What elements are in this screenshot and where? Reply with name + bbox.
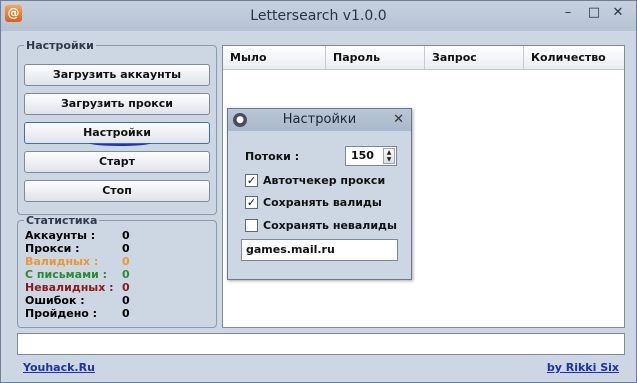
threads-stepper[interactable]: 150 ▲ ▼ bbox=[345, 146, 397, 166]
stat-with-letters: С письмами : 0 bbox=[25, 268, 130, 281]
threads-value: 150 bbox=[351, 149, 374, 162]
column-header-count[interactable]: Количество bbox=[524, 46, 624, 69]
pen-underline-mark bbox=[89, 140, 151, 146]
checkbox-checked-icon[interactable]: ✓ bbox=[245, 174, 258, 187]
stat-label: С письмами : bbox=[25, 268, 108, 281]
main-window: @ Lettersearch v1.0.0 – □ ✕ Настройки За… bbox=[0, 0, 637, 383]
stat-valid: Валидных : 0 bbox=[25, 255, 130, 268]
load-proxies-button[interactable]: Загрузить прокси bbox=[24, 93, 210, 115]
window-title: Lettersearch v1.0.0 bbox=[250, 8, 387, 24]
table-header: Мыло Пароль Запрос Количество bbox=[223, 46, 624, 70]
maximize-icon[interactable]: □ bbox=[582, 3, 606, 23]
dialog-title-bar[interactable]: ● Настройки ✕ bbox=[228, 109, 411, 131]
stat-label: Аккаунты : bbox=[25, 229, 96, 242]
stats-group: Статистика Аккаунты : 0 Прокси : 0 Валидны… bbox=[17, 214, 217, 328]
column-header-password[interactable]: Пароль bbox=[326, 46, 425, 69]
stat-value: 0 bbox=[122, 242, 130, 255]
dialog-close-icon[interactable]: ✕ bbox=[393, 112, 404, 127]
stat-value: 0 bbox=[122, 294, 130, 307]
youhack-link[interactable]: Youhack.Ru bbox=[23, 361, 95, 374]
close-icon[interactable]: ✕ bbox=[606, 3, 630, 23]
stat-accounts: Аккаунты : 0 bbox=[25, 229, 130, 242]
stat-proxies: Прокси : 0 bbox=[25, 242, 130, 255]
checkbox-label: Сохранять валиды bbox=[263, 196, 382, 209]
author-link[interactable]: by Rikki Six bbox=[547, 361, 619, 374]
checkbox-label: Автотчекер прокси bbox=[263, 174, 386, 187]
log-field[interactable] bbox=[17, 333, 625, 355]
stat-value: 0 bbox=[122, 307, 130, 320]
settings-group-legend: Настройки bbox=[26, 39, 94, 52]
load-accounts-button[interactable]: Загрузить аккаунты bbox=[24, 64, 210, 86]
checkbox-unchecked-icon[interactable] bbox=[245, 219, 258, 232]
title-bar[interactable]: @ Lettersearch v1.0.0 – □ ✕ bbox=[1, 1, 636, 31]
stat-label: Невалидных : bbox=[25, 281, 114, 294]
dialog-title: Настройки bbox=[282, 112, 357, 127]
stat-label: Пройдено : bbox=[25, 307, 98, 320]
stat-value: 0 bbox=[122, 268, 130, 281]
stat-errors: Ошибок : 0 bbox=[25, 294, 130, 307]
settings-button[interactable]: Настройки bbox=[24, 122, 210, 146]
stat-label: Валидных : bbox=[25, 255, 99, 268]
stop-button[interactable]: Стоп bbox=[24, 180, 210, 202]
start-button[interactable]: Старт bbox=[24, 151, 210, 173]
stat-label: Прокси : bbox=[25, 242, 80, 255]
settings-dialog: ● Настройки ✕ Потоки : 150 ▲ ▼ ✓ Автотчек… bbox=[227, 108, 412, 280]
stat-label: Ошибок : bbox=[25, 294, 85, 307]
stat-value: 0 bbox=[122, 281, 130, 294]
stat-value: 0 bbox=[122, 255, 130, 268]
stats-group-legend: Статистика bbox=[26, 214, 98, 227]
checkbox-checked-icon[interactable]: ✓ bbox=[245, 196, 258, 209]
domain-input[interactable]: games.mail.ru bbox=[241, 239, 398, 261]
stat-invalid: Невалидных : 0 bbox=[25, 281, 130, 294]
settings-button-label: Настройки bbox=[83, 126, 151, 139]
column-header-query[interactable]: Запрос bbox=[425, 46, 524, 69]
threads-label: Потоки : bbox=[245, 150, 300, 163]
column-header-email[interactable]: Мыло bbox=[223, 46, 326, 69]
stat-value: 0 bbox=[122, 229, 130, 242]
checkbox-label: Сохранять невалиды bbox=[263, 219, 397, 232]
minimize-icon[interactable]: – bbox=[556, 3, 580, 23]
stepper-arrows-icon[interactable]: ▲ ▼ bbox=[383, 148, 395, 164]
stat-processed: Пройдено : 0 bbox=[25, 307, 130, 320]
settings-group: Настройки Загрузить аккаунты Загрузить п… bbox=[17, 39, 217, 215]
